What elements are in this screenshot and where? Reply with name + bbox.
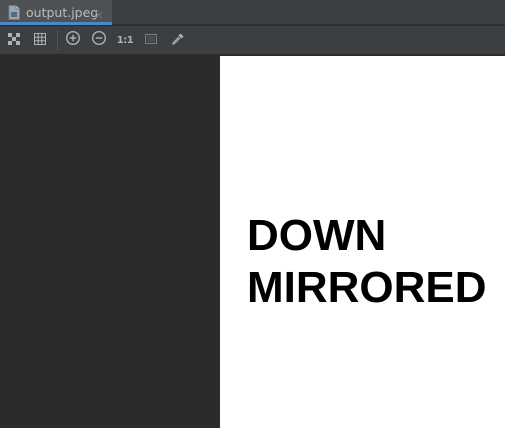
tab-label: output.jpeg (26, 5, 99, 20)
zoom-out-icon (91, 30, 107, 50)
fit-window-icon (7, 31, 21, 50)
close-icon[interactable] (94, 5, 104, 19)
color-picker-button[interactable] (169, 31, 187, 49)
eyedropper-icon (171, 31, 185, 50)
zoom-in-button[interactable] (64, 30, 82, 50)
tab-output-jpeg[interactable]: output.jpeg (0, 0, 112, 25)
toggle-background-button[interactable] (142, 31, 160, 49)
image-content: DOWN MIRRORED (247, 210, 487, 314)
actual-size-button[interactable]: 1:1 (115, 31, 135, 49)
fit-to-window-button[interactable] (5, 31, 23, 49)
file-image-icon (8, 5, 20, 20)
image-canvas[interactable]: DOWN MIRRORED (220, 56, 505, 428)
image-viewer: DOWN MIRRORED (0, 55, 505, 428)
background-icon (144, 31, 158, 50)
image-viewer-toolbar: 1:1 (0, 26, 505, 55)
image-text-line-2: MIRRORED (247, 263, 487, 312)
actual-size-label: 1:1 (116, 34, 134, 46)
editor-tab-bar: output.jpeg (0, 0, 505, 25)
image-text-line-1: DOWN (247, 211, 387, 260)
toggle-grid-button[interactable] (31, 31, 49, 49)
zoom-out-button[interactable] (90, 30, 108, 50)
toolbar-separator (57, 30, 58, 50)
active-tab-indicator (0, 22, 112, 25)
zoom-in-icon (65, 30, 81, 50)
grid-icon (33, 31, 47, 50)
